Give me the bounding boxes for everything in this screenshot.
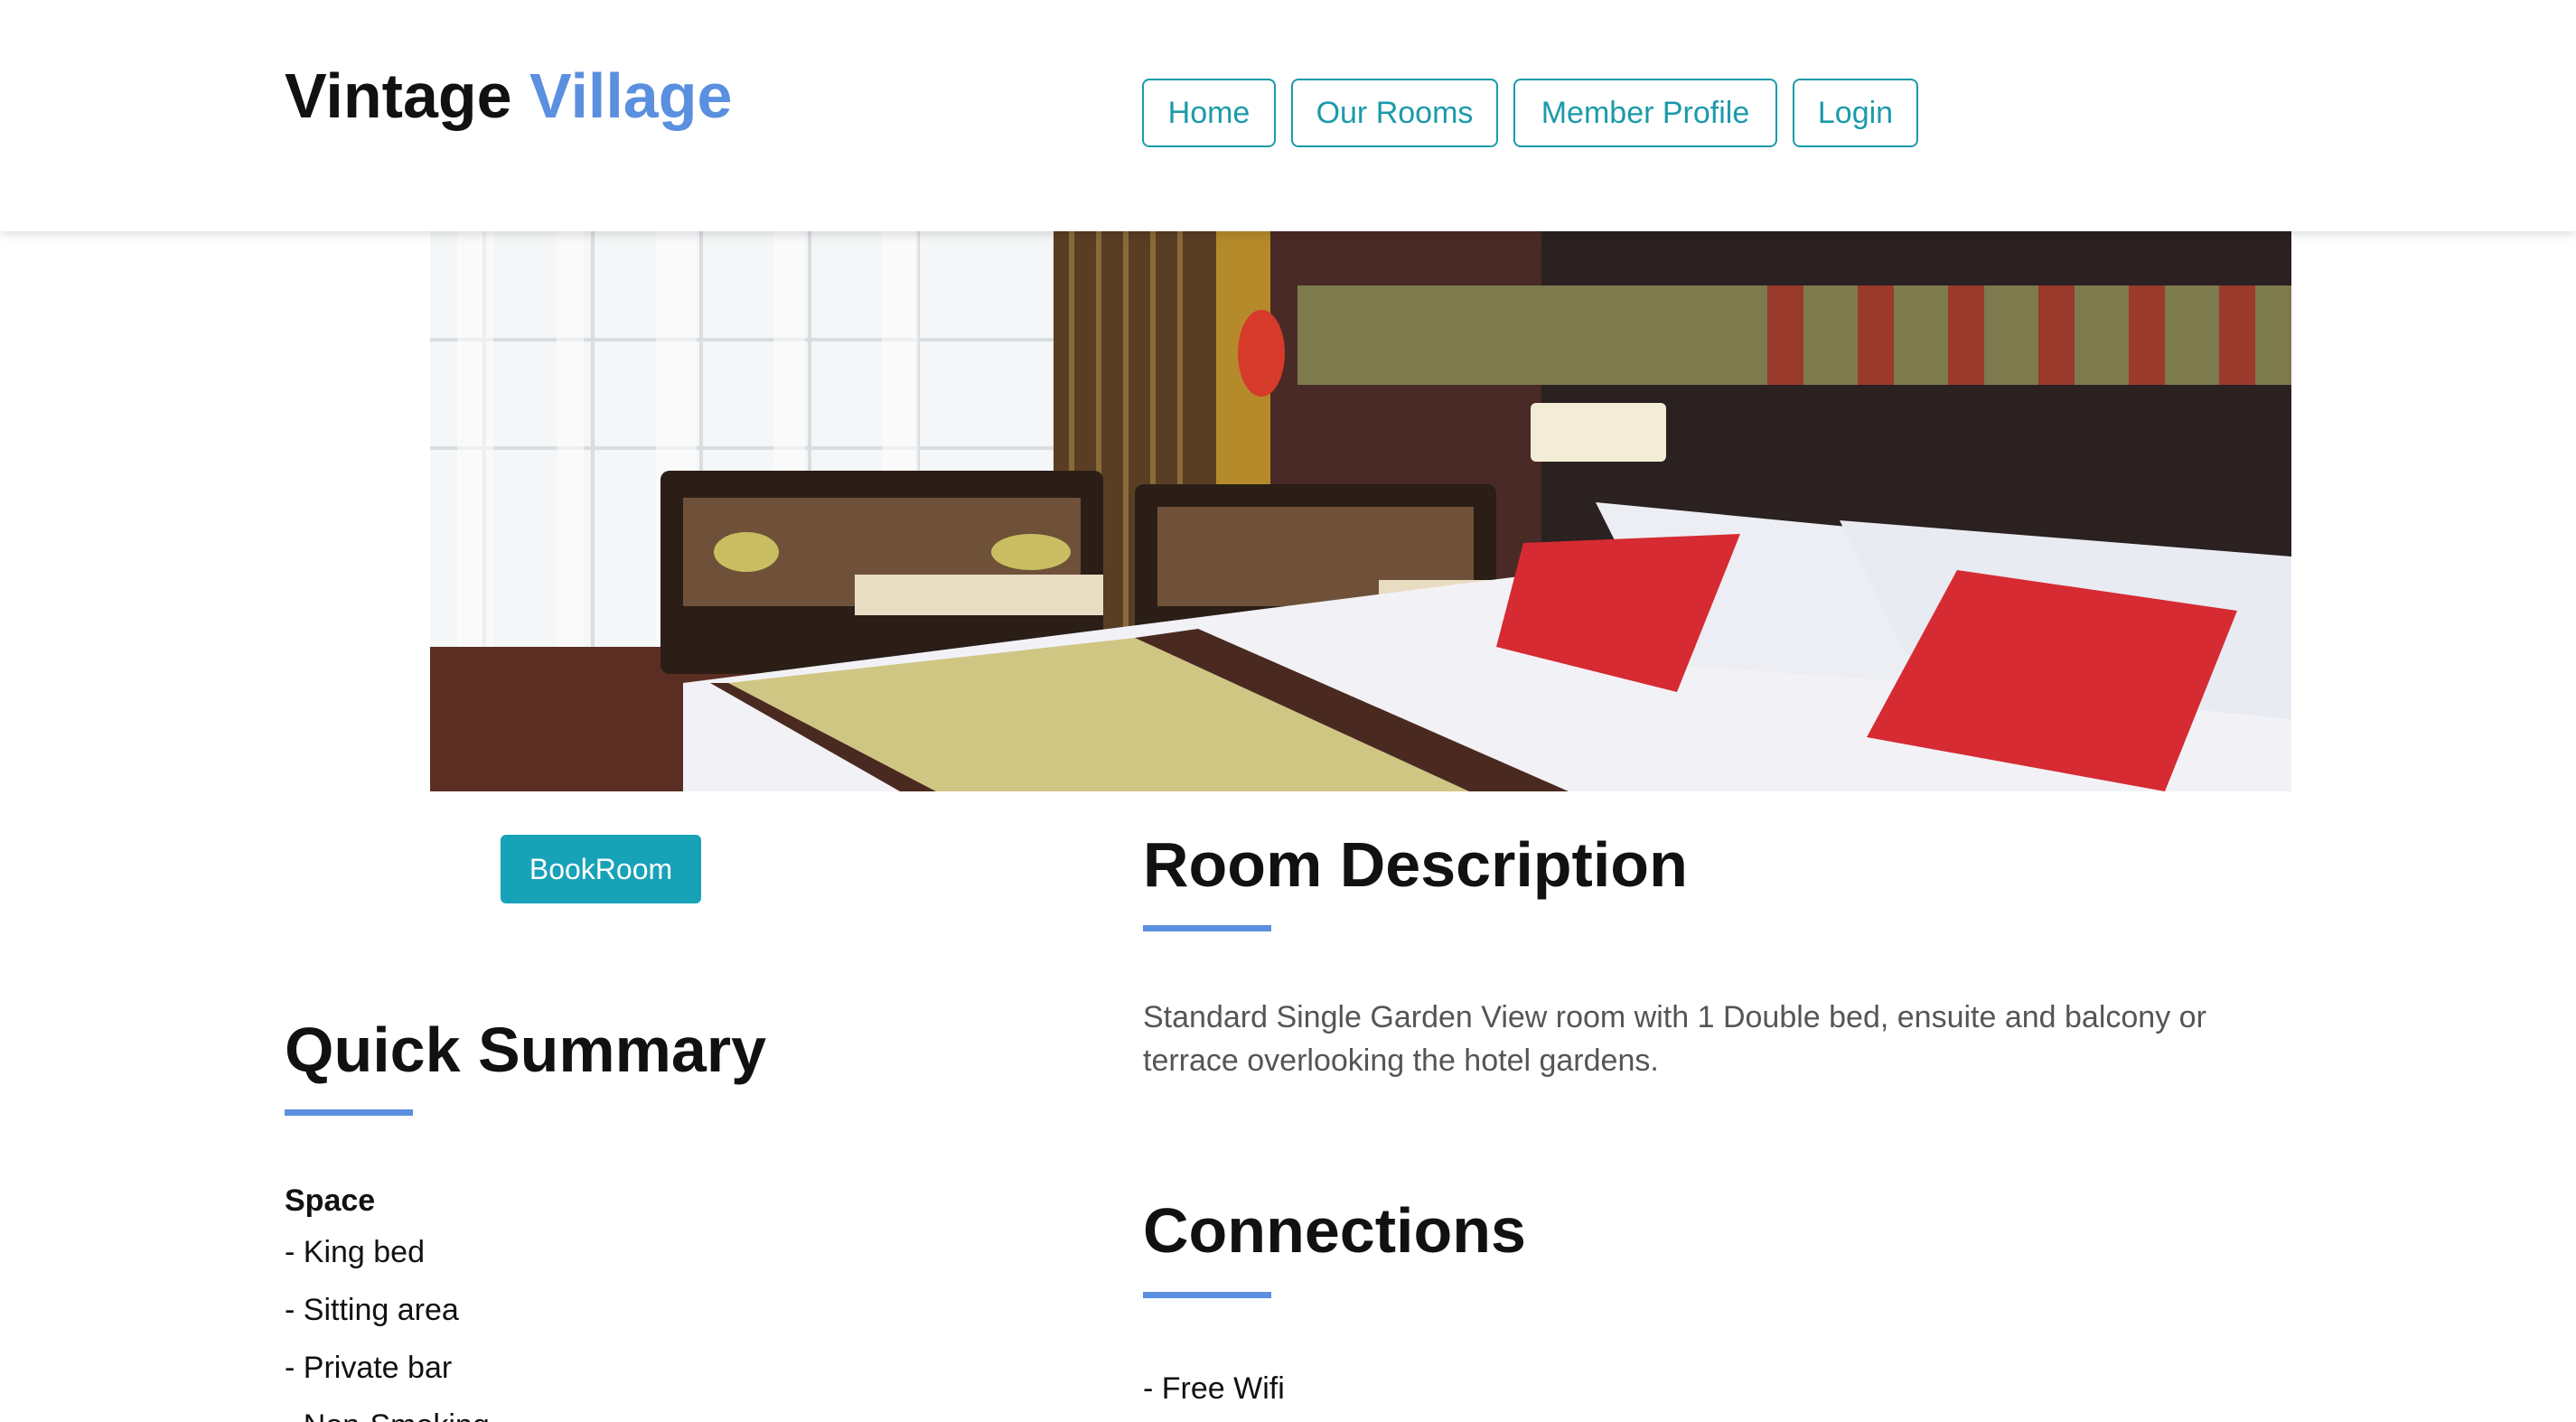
summary-item: - King bed — [285, 1235, 425, 1269]
page: Vintage Village Home Our Rooms Member Pr… — [0, 0, 2576, 1422]
quick-summary-underline — [285, 1109, 413, 1116]
logo-text-accent: Village — [529, 61, 733, 131]
logo-text-primary: Vintage — [285, 61, 512, 131]
nav-login-button[interactable]: Login — [1793, 79, 1918, 147]
nav-home-button[interactable]: Home — [1142, 79, 1276, 147]
site-logo[interactable]: Vintage Village — [285, 60, 732, 132]
site-header: Vintage Village Home Our Rooms Member Pr… — [0, 0, 2576, 231]
room-description-underline — [1143, 925, 1271, 931]
room-hero-image — [430, 231, 2291, 791]
book-room-button[interactable]: BookRoom — [501, 835, 701, 903]
summary-item: - Private bar — [285, 1351, 453, 1385]
connections-title: Connections — [1143, 1195, 1526, 1266]
quick-summary-title: Quick Summary — [285, 1015, 766, 1085]
space-label: Space — [285, 1183, 376, 1218]
summary-item: - Non-Smoking — [285, 1408, 490, 1422]
room-description-title: Room Description — [1143, 829, 1688, 900]
nav-member-profile-button[interactable]: Member Profile — [1513, 79, 1777, 147]
room-description-text: Standard Single Garden View room with 1 … — [1143, 1000, 2206, 1078]
connection-item: - Free Wifi — [1143, 1371, 1285, 1406]
summary-item: - Sitting area — [285, 1293, 459, 1327]
main-nav: Home Our Rooms Member Profile Login — [1142, 79, 1918, 147]
connections-underline — [1143, 1292, 1271, 1298]
nav-our-rooms-button[interactable]: Our Rooms — [1291, 79, 1498, 147]
